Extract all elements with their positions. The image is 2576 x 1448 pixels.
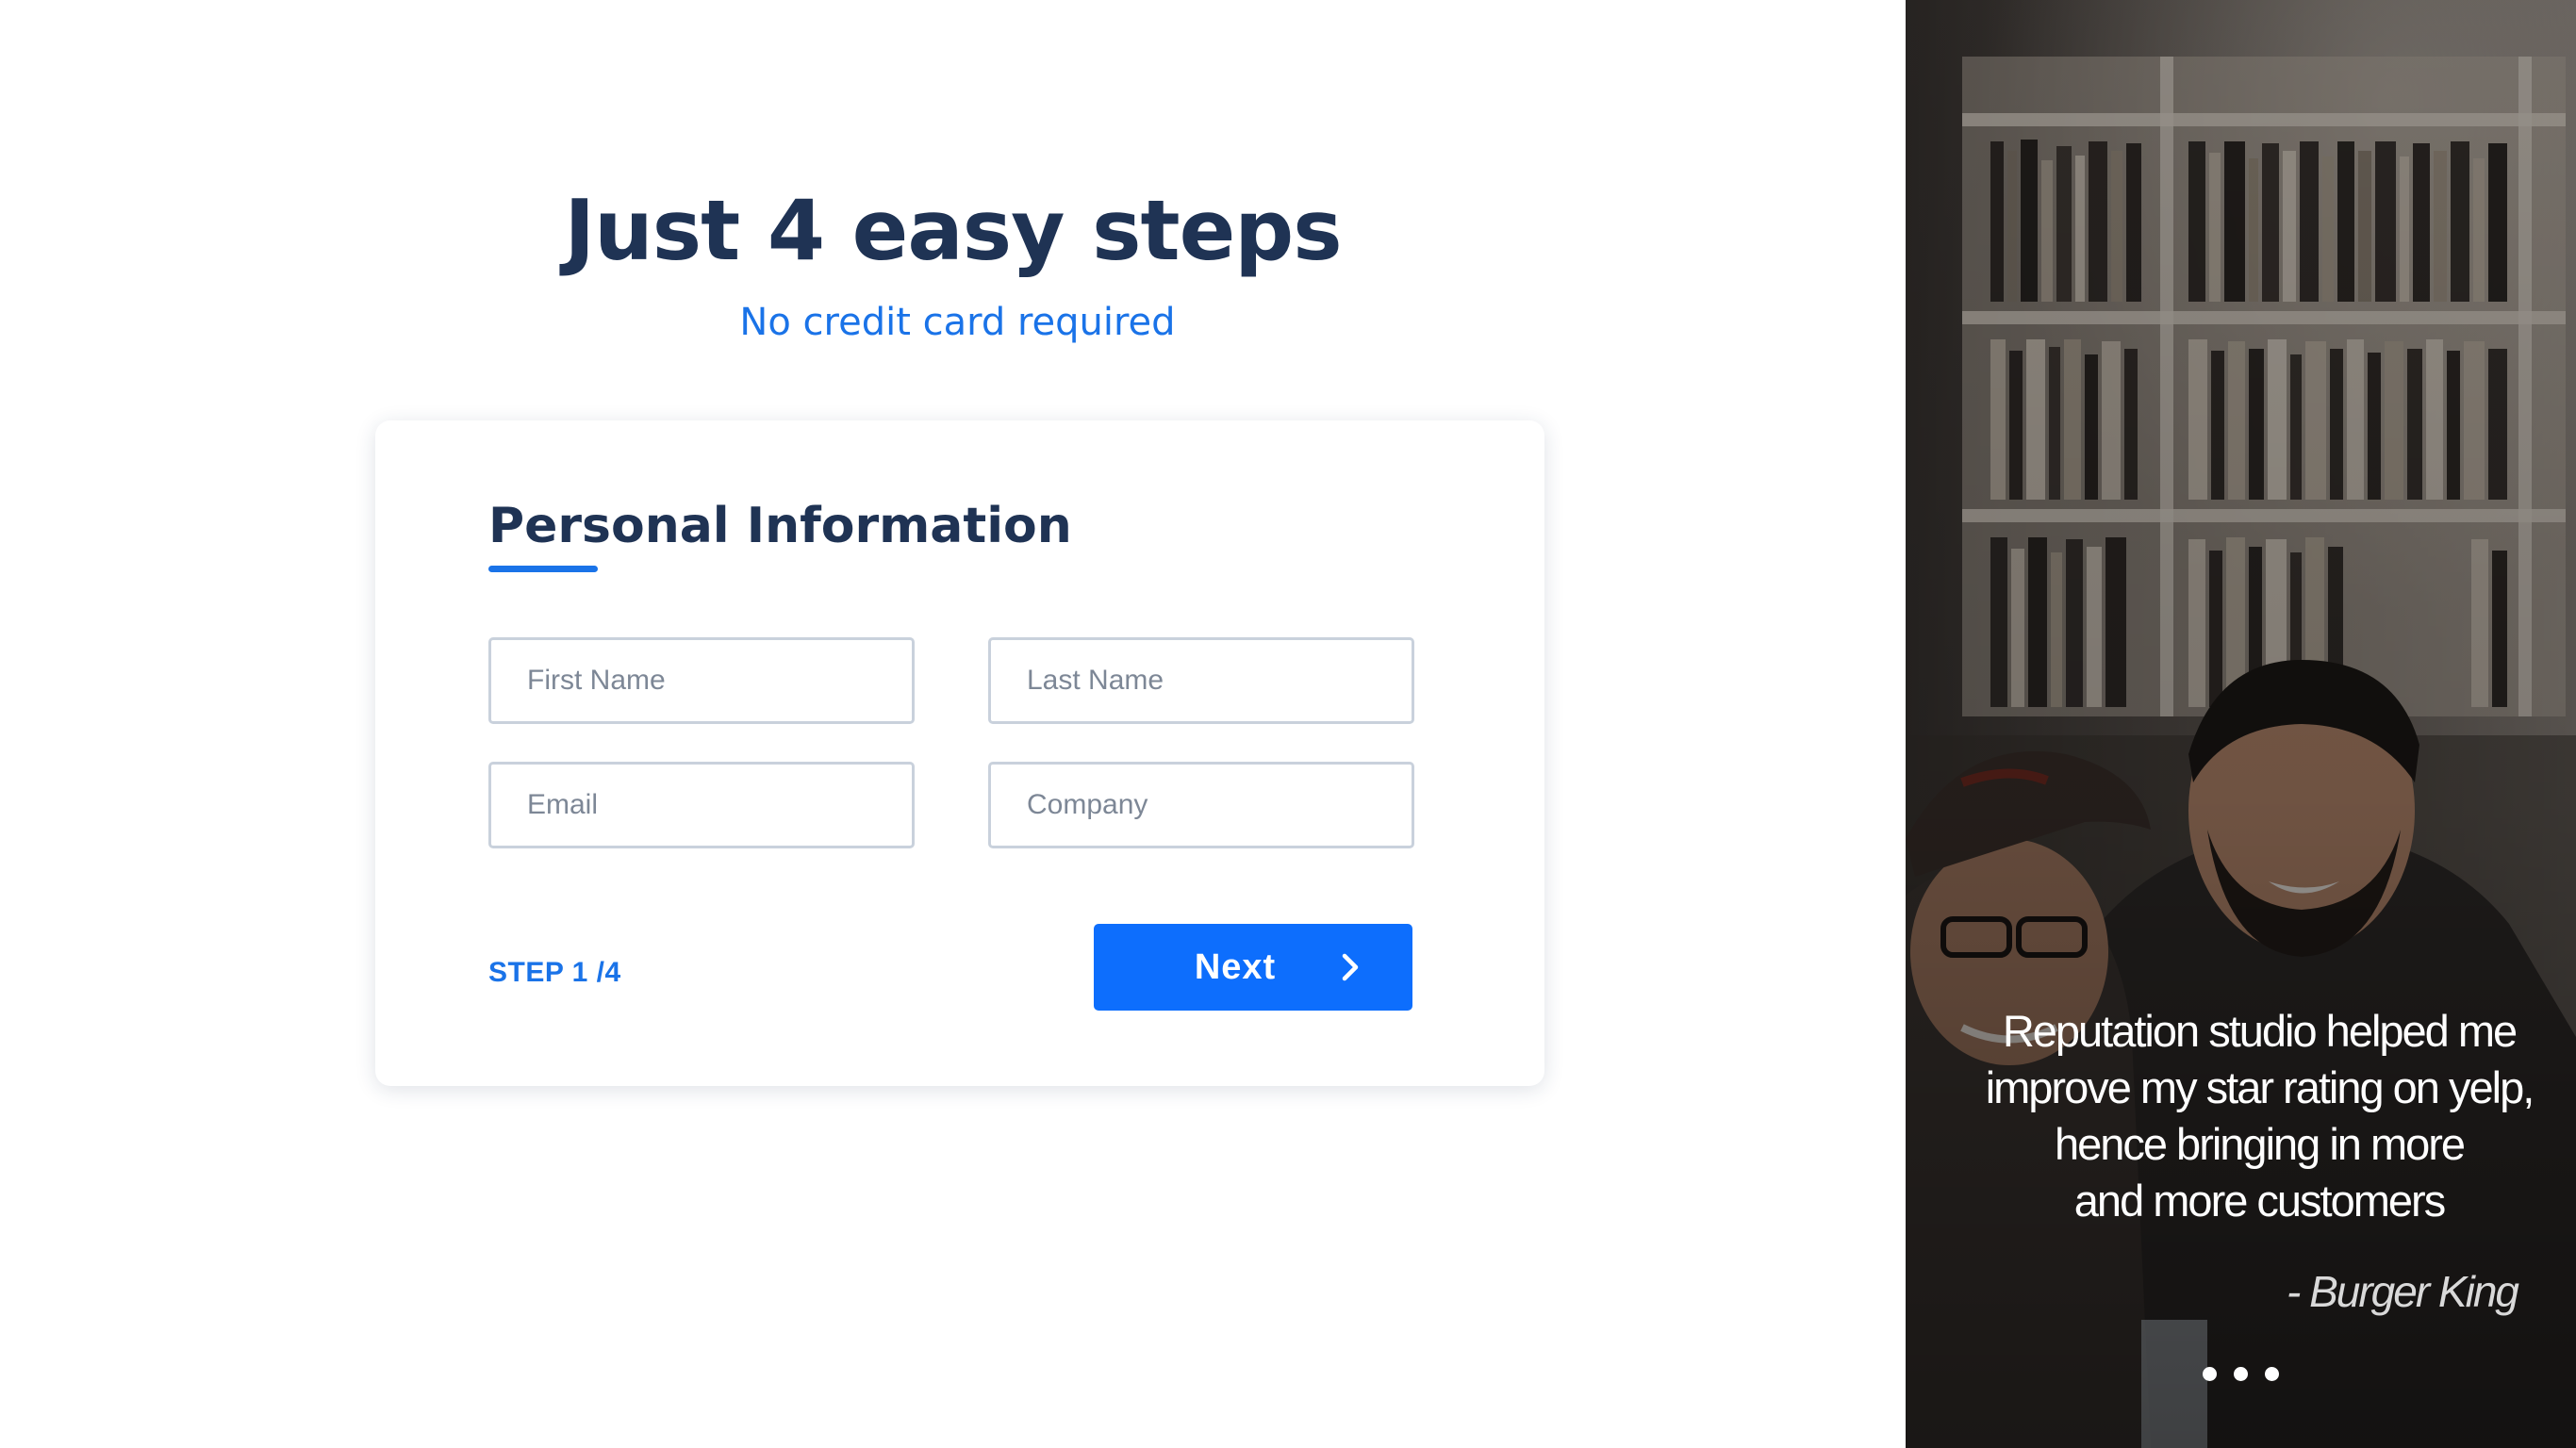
carousel-dots (1906, 1367, 2576, 1384)
carousel-dot-2[interactable] (2234, 1367, 2248, 1381)
carousel-dot-1[interactable] (2202, 1367, 2217, 1381)
page-subtitle: No credit card required (739, 301, 1176, 344)
signup-form-card: Personal Information STEP 1 /4 Next (375, 420, 1544, 1086)
next-button-label: Next (1194, 947, 1277, 987)
form-heading: Personal Information (488, 498, 1072, 554)
step-indicator: STEP 1 /4 (488, 957, 621, 988)
email-input[interactable] (488, 762, 915, 848)
last-name-input[interactable] (988, 637, 1414, 724)
testimonial-quote: Reputation studio helped me improve my s… (1934, 1003, 2576, 1229)
next-button[interactable]: Next (1094, 924, 1412, 1011)
quote-line: and more customers (2073, 1176, 2446, 1226)
heading-underline (488, 566, 598, 572)
quote-line: improve my star rating on yelp, (1985, 1062, 2535, 1112)
quote-line: Reputation studio helped me (2002, 1006, 2518, 1056)
photo-overlay (1906, 0, 2576, 1448)
quote-line: hence bringing in more (2054, 1119, 2466, 1169)
carousel-dot-3[interactable] (2265, 1367, 2280, 1381)
chevron-right-icon (1342, 953, 1359, 981)
first-name-input[interactable] (488, 637, 915, 724)
company-input[interactable] (988, 762, 1414, 848)
page-title: Just 4 easy steps (564, 182, 1342, 279)
testimonial-attribution: - Burger King (2286, 1267, 2519, 1316)
testimonial-panel: Reputation studio helped me improve my s… (1906, 0, 2576, 1448)
